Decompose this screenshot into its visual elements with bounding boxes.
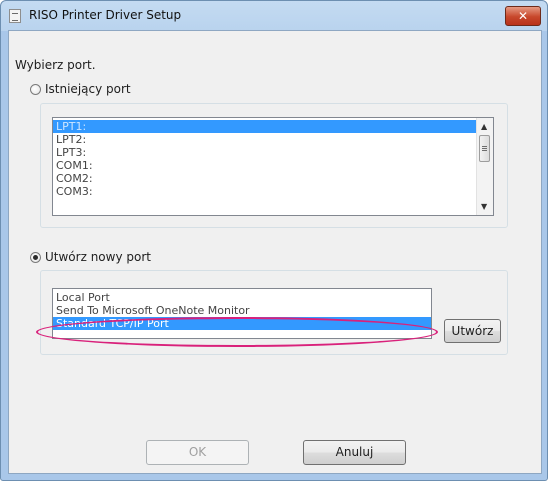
title-bar[interactable]: RISO Printer Driver Setup ✕ [1, 1, 547, 31]
printer-app-icon [9, 9, 21, 23]
scroll-down-arrow-icon[interactable]: ▼ [481, 202, 487, 211]
instruction-text: Wybierz port. [15, 58, 96, 72]
create-port-button[interactable]: Utwórz [444, 319, 501, 343]
highlight-ellipse [36, 317, 438, 347]
new-port-label[interactable]: Utwórz nowy port [45, 250, 151, 264]
list-item[interactable]: COM2: [53, 172, 493, 185]
existing-port-scrollbar[interactable]: ▲ ▼ [476, 118, 493, 215]
list-item[interactable]: COM1: [53, 159, 493, 172]
window-title: RISO Printer Driver Setup [29, 8, 182, 22]
scroll-thumb[interactable] [479, 135, 490, 162]
list-item[interactable]: Local Port [53, 291, 431, 304]
cancel-button[interactable]: Anuluj [303, 440, 406, 465]
dialog-window: RISO Printer Driver Setup ✕ [0, 0, 548, 481]
new-port-radio[interactable] [30, 252, 41, 263]
list-item[interactable]: LPT1: [53, 120, 493, 133]
scroll-up-arrow-icon[interactable]: ▲ [481, 122, 487, 131]
existing-port-radio[interactable] [30, 84, 41, 95]
list-item[interactable]: LPT2: [53, 133, 493, 146]
existing-port-listbox[interactable]: LPT1: LPT2: LPT3: COM1: COM2: COM3: ▲ ▼ [52, 117, 494, 216]
ok-button[interactable]: OK [146, 440, 249, 465]
close-button[interactable]: ✕ [505, 6, 541, 26]
list-item[interactable]: COM3: [53, 185, 493, 198]
existing-port-label[interactable]: Istniejący port [45, 82, 131, 96]
list-item[interactable]: LPT3: [53, 146, 493, 159]
list-item[interactable]: Send To Microsoft OneNote Monitor [53, 304, 431, 317]
